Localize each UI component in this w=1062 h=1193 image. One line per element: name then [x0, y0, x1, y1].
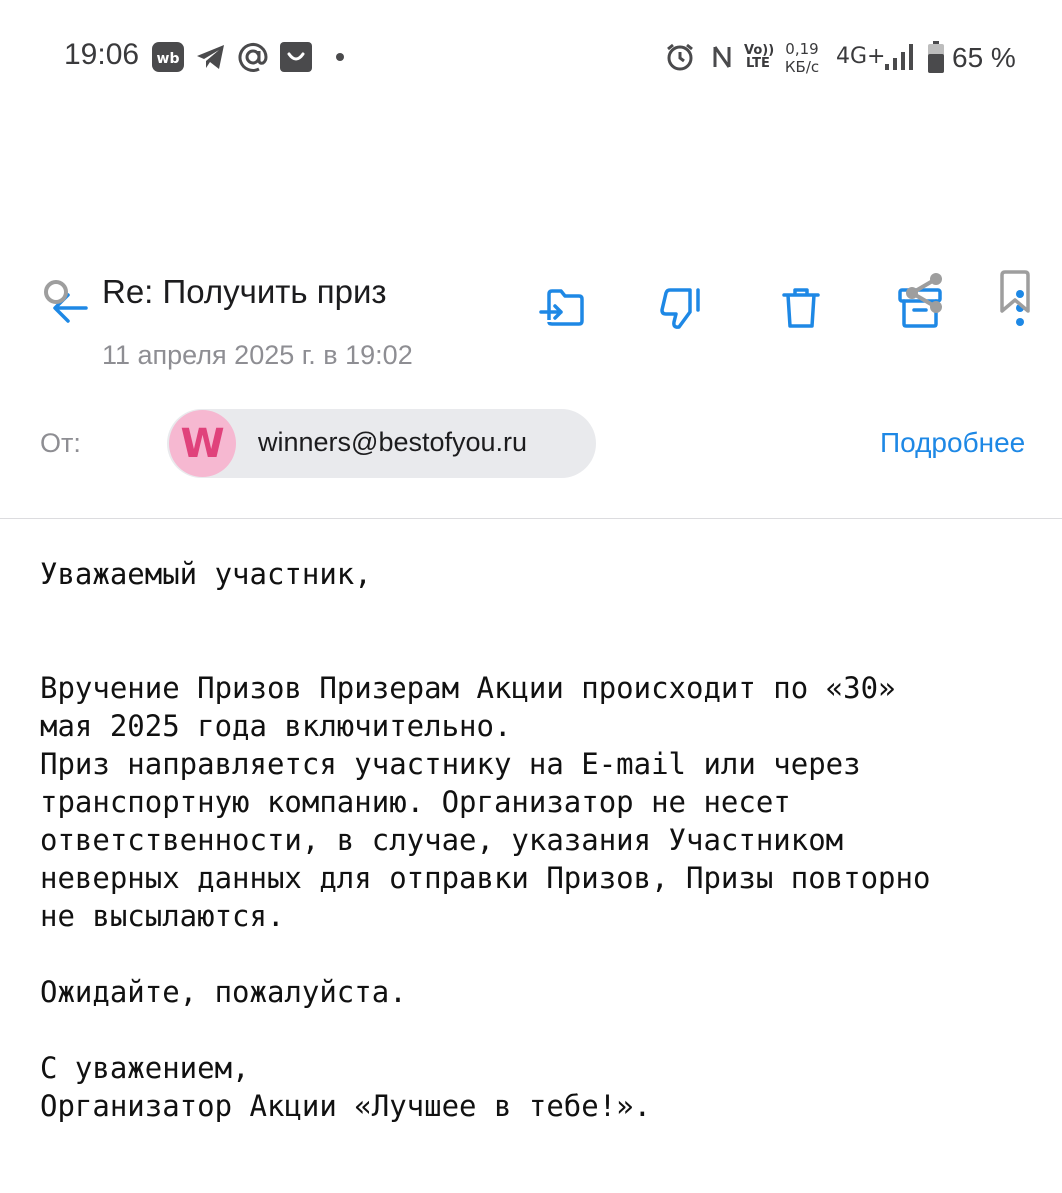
body-line: мая 2025 года включительно. [40, 709, 512, 743]
read-status-toggle[interactable] [40, 276, 72, 308]
body-line: не высылаются. [40, 899, 285, 933]
volte-indicator: Vo)) LTE [744, 44, 774, 71]
delete-button[interactable] [771, 280, 831, 336]
message-subject: Re: Получить приз [102, 273, 387, 310]
more-notifications-dot-icon [334, 40, 346, 74]
body-line: ответственности, в случае, указания Учас… [40, 823, 844, 857]
body-wait-line: Ожидайте, пожалуйста. [40, 975, 407, 1009]
body-paragraph: Вручение Призов Призерам Акции происходи… [40, 669, 1040, 935]
status-time: 19:06 [64, 38, 140, 71]
body-greeting: Уважаемый участник, [40, 557, 372, 591]
thumbs-down-icon [660, 288, 700, 329]
body-signature: Организатор Акции «Лучшее в тебе!». [40, 1089, 652, 1123]
nfc-icon [710, 40, 734, 74]
alarm-icon [664, 40, 696, 74]
body-line: Приз направляется участнику на E-mail ил… [40, 747, 861, 781]
network-speed-unit: КБ/с [784, 58, 820, 76]
avatar-initial: W [180, 420, 225, 467]
status-bar: 19:06 wb Vo)) LTE 0,19 КБ/с 4G+ 65 % [0, 0, 1062, 115]
trash-icon [782, 288, 820, 328]
details-link[interactable]: Подробнее [880, 427, 1025, 459]
signal-strength-icon [884, 40, 914, 74]
sender-email[interactable]: winners@bestofyou.ru [258, 427, 527, 458]
message-body: Уважаемый участник, Вручение Призов Приз… [40, 555, 1040, 1125]
svg-text:wb: wb [157, 51, 180, 67]
wildberries-notification-icon: wb [152, 40, 184, 74]
avatar: W [169, 410, 236, 477]
telegram-notification-icon [194, 40, 228, 74]
spam-button[interactable] [652, 280, 712, 336]
move-to-folder-icon [539, 289, 584, 326]
network-speed-value: 0,19 [785, 40, 819, 58]
message-toolbar [0, 130, 1062, 329]
network-type: 4G+ [836, 44, 886, 69]
volte-label-bottom: LTE [746, 56, 770, 71]
body-line: Вручение Призов Призерам Акции происходи… [40, 671, 896, 705]
battery-icon [926, 40, 946, 74]
body-regards: С уважением, [40, 1051, 250, 1085]
battery-percentage: 65 % [952, 42, 1016, 73]
body-line: транспортную компанию. Организатор не не… [40, 785, 791, 819]
bookmark-icon [1000, 270, 1030, 313]
share-icon [906, 273, 942, 313]
mail-notification-icon [236, 40, 270, 74]
share-button[interactable] [898, 268, 950, 318]
shop-notification-icon [280, 40, 312, 74]
unread-circle-icon [44, 280, 68, 304]
message-date: 11 апреля 2025 г. в 19:02 [102, 340, 413, 370]
header-divider [0, 518, 1062, 519]
network-speed: 0,19 КБ/с [780, 40, 824, 76]
body-line: неверных данных для отправки Призов, При… [40, 861, 931, 895]
move-to-folder-button[interactable] [533, 280, 593, 336]
from-label: От: [40, 428, 81, 458]
bookmark-button[interactable] [990, 266, 1040, 318]
